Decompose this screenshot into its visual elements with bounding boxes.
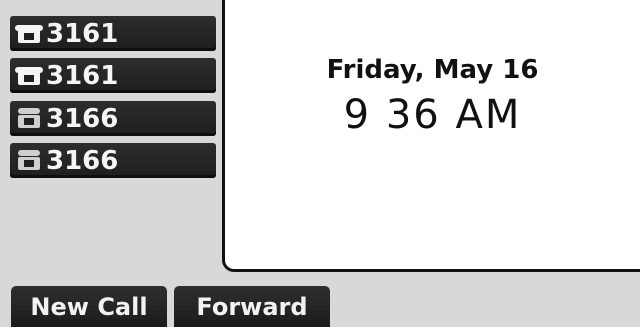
- date-label: Friday, May 16: [326, 55, 539, 85]
- line-key-label: 3166: [46, 103, 119, 134]
- line-key-2[interactable]: 3161: [10, 58, 216, 93]
- phone-icon: [14, 22, 44, 46]
- phone-icon: [14, 149, 44, 173]
- softkey-bar: New Call Forward: [0, 286, 640, 327]
- line-key-3[interactable]: 3166: [10, 101, 216, 136]
- phone-icon: [14, 64, 44, 88]
- new-call-softkey[interactable]: New Call: [11, 286, 167, 327]
- line-key-4[interactable]: 3166: [10, 143, 216, 178]
- time-label: 9 36 AM: [343, 92, 522, 138]
- line-key-1[interactable]: 3161: [10, 16, 216, 51]
- line-key-label: 3161: [46, 18, 119, 49]
- phone-icon: [14, 107, 44, 131]
- line-key-label: 3166: [46, 145, 119, 176]
- line-key-label: 3161: [46, 60, 119, 91]
- forward-softkey[interactable]: Forward: [174, 286, 330, 327]
- idle-display: Friday, May 16 9 36 AM: [222, 0, 640, 272]
- line-key-panel: 3161 3161 3166 3166: [0, 0, 222, 275]
